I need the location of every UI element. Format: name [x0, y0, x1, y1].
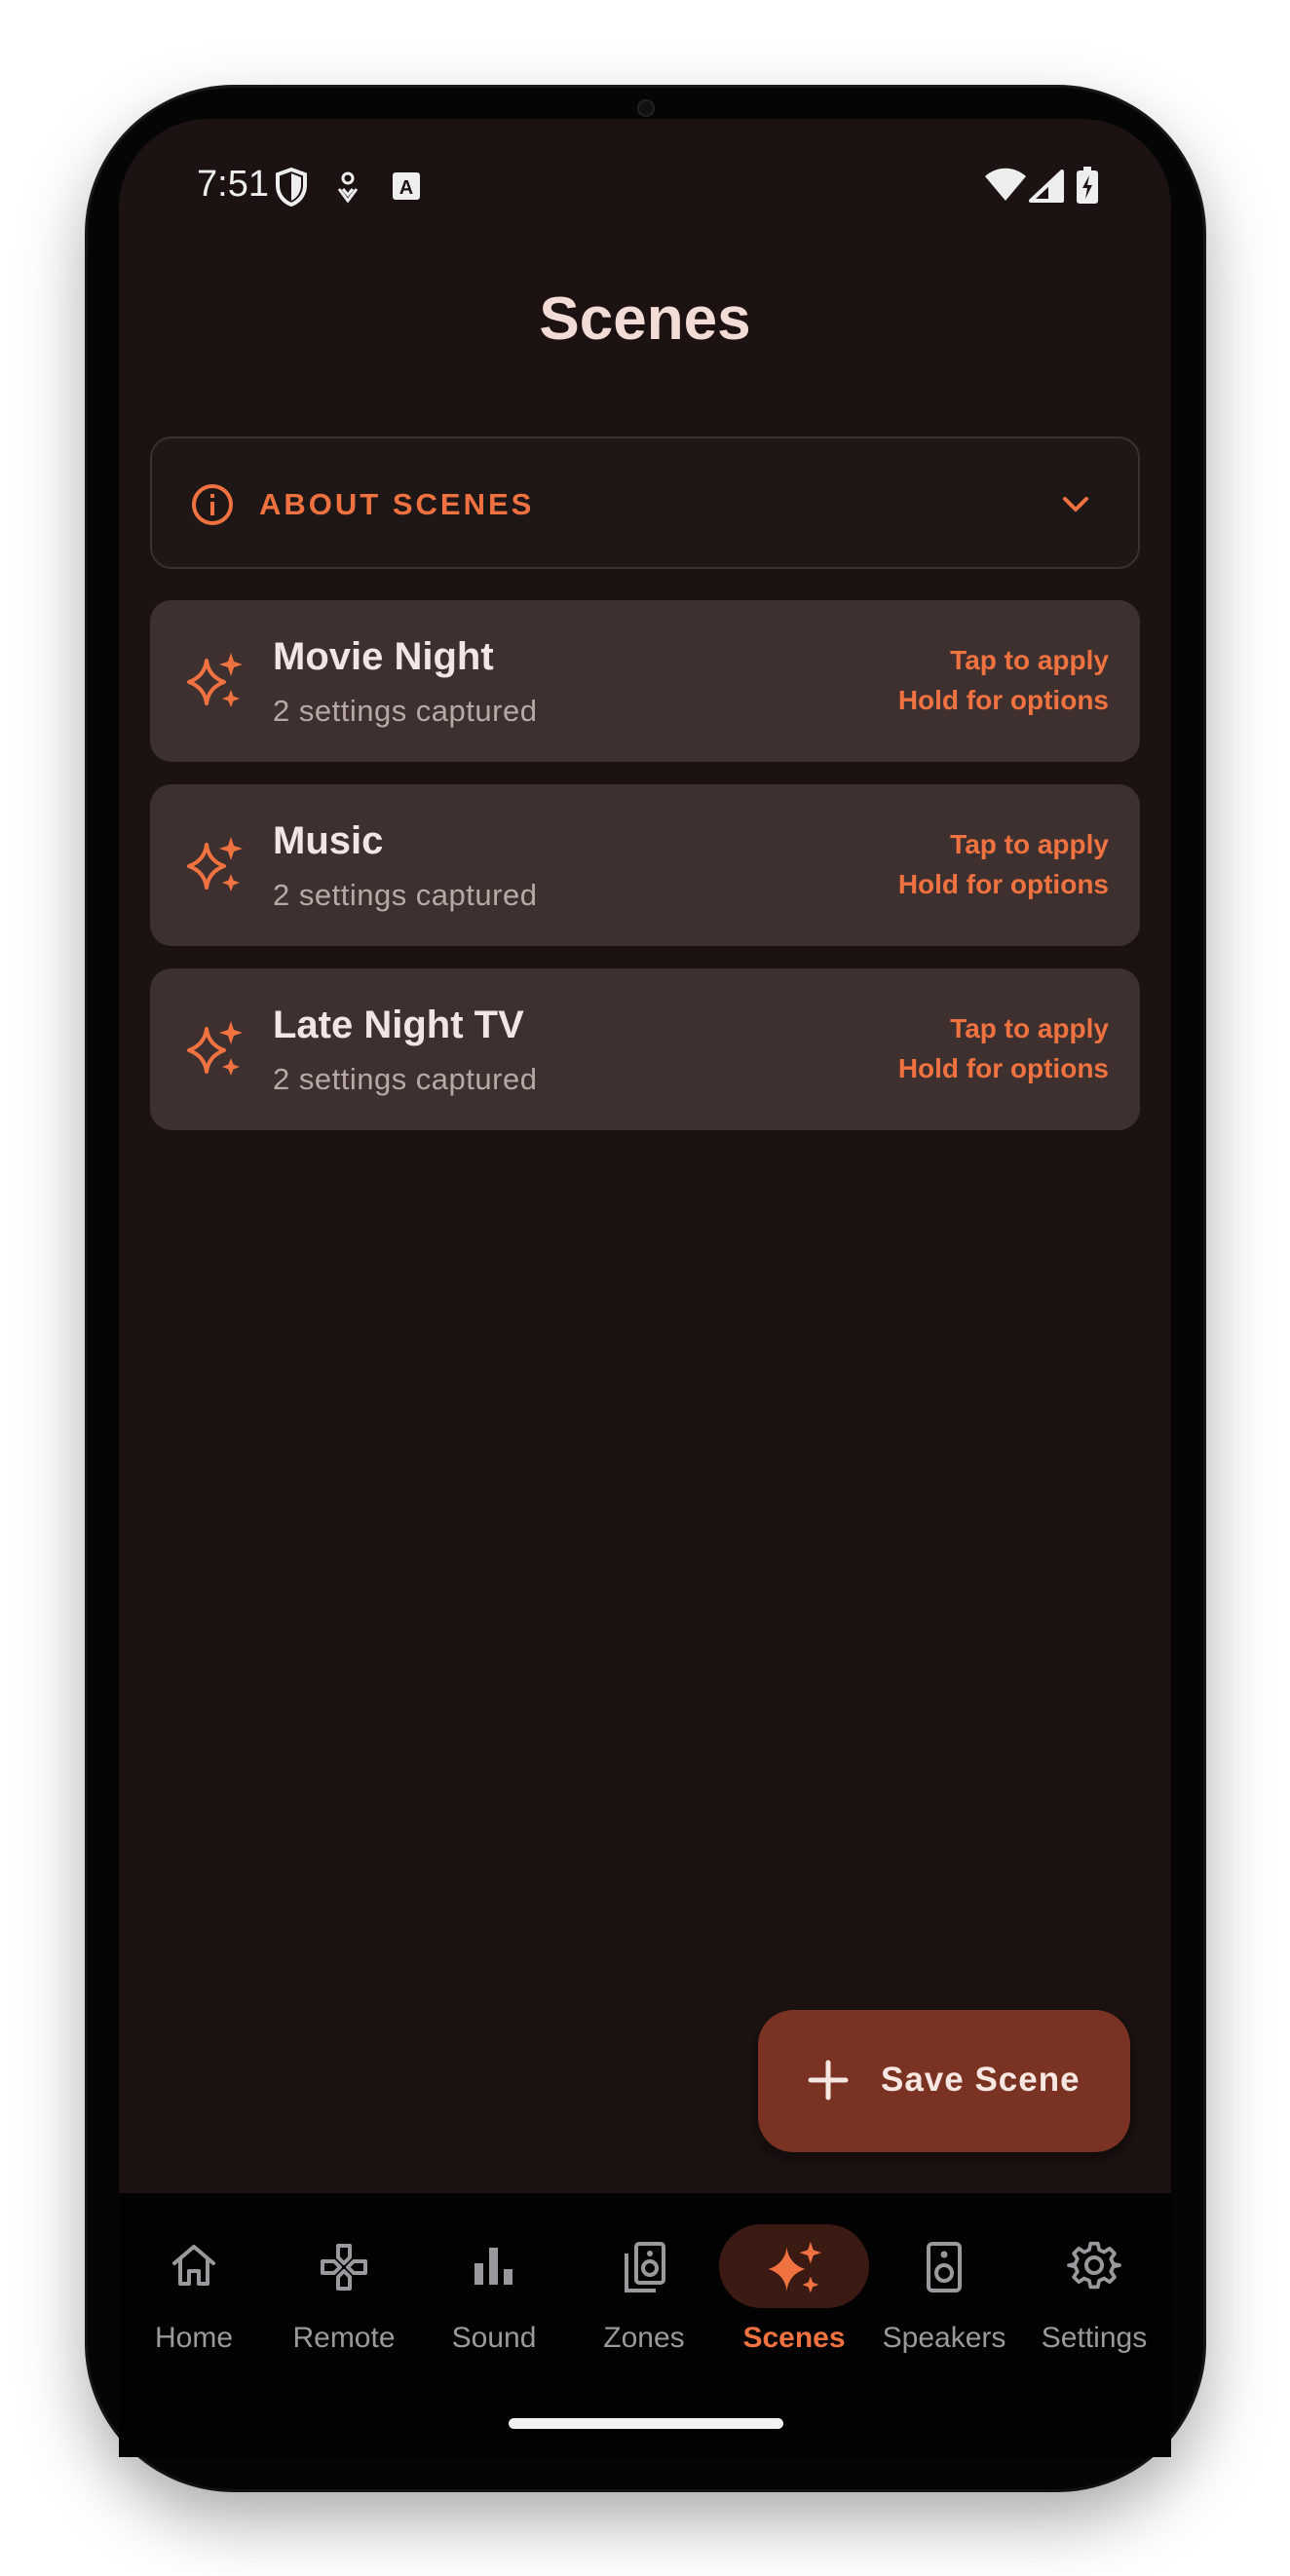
gamepad-icon — [317, 2240, 371, 2299]
save-scene-label: Save Scene — [881, 2061, 1081, 2099]
save-scene-button[interactable]: Save Scene — [758, 2010, 1130, 2152]
scene-subtitle: 2 settings captured — [273, 1062, 538, 1096]
scene-name: Movie Night — [273, 635, 494, 678]
plus-icon — [807, 2059, 850, 2106]
app-screen: 7:51 A Scenes ABOUT SCENES Movie Night 2… — [119, 119, 1171, 2457]
scene-name: Late Night TV — [273, 1004, 524, 1046]
bar-chart-icon — [469, 2240, 519, 2295]
signal-icon — [1029, 170, 1064, 208]
nav-item-zones[interactable]: Zones — [569, 2224, 719, 2370]
sparkle-icon — [183, 1019, 246, 1086]
hold-hint: Hold for options — [897, 1053, 1109, 1083]
about-scenes-label: ABOUT SCENES — [259, 487, 535, 521]
info-icon — [191, 483, 234, 531]
shield-icon — [275, 167, 308, 211]
status-bar: 7:51 A — [119, 119, 1171, 255]
nav-item-speakers[interactable]: Speakers — [869, 2224, 1019, 2370]
gesture-home-indicator[interactable] — [509, 2418, 783, 2429]
tap-hint: Tap to apply — [950, 645, 1109, 675]
sparkle-icon — [183, 651, 246, 718]
hold-hint: Hold for options — [897, 869, 1109, 899]
hold-hint: Hold for options — [897, 685, 1109, 715]
keyboard-a-icon: A — [392, 171, 421, 206]
wifi-icon — [984, 168, 1027, 208]
tap-hint: Tap to apply — [950, 829, 1109, 859]
status-time: 7:51 — [197, 164, 269, 205]
speakers-group-icon — [619, 2240, 669, 2299]
gesture-icon — [335, 171, 360, 209]
sparkle-icon — [765, 2240, 823, 2303]
nav-item-remote[interactable]: Remote — [269, 2224, 419, 2370]
nav-item-settings[interactable]: Settings — [1019, 2224, 1169, 2370]
scene-card-music[interactable]: Music 2 settings captured Tap to apply H… — [150, 784, 1140, 946]
nav-label: Settings — [1041, 2322, 1148, 2354]
svg-text:A: A — [399, 177, 413, 199]
gear-icon — [1067, 2240, 1121, 2299]
front-camera — [637, 99, 655, 117]
tap-hint: Tap to apply — [950, 1013, 1109, 1043]
scene-subtitle: 2 settings captured — [273, 694, 538, 728]
sparkle-icon — [183, 835, 246, 902]
scene-subtitle: 2 settings captured — [273, 878, 538, 912]
scene-name: Music — [273, 819, 384, 862]
page-title: Scenes — [539, 285, 751, 353]
battery-charging-icon — [1076, 166, 1099, 209]
scene-card-movie-night[interactable]: Movie Night 2 settings captured Tap to a… — [150, 600, 1140, 762]
nav-item-scenes[interactable]: Scenes — [719, 2224, 869, 2370]
speaker-icon — [923, 2240, 966, 2299]
scene-card-late-night-tv[interactable]: Late Night TV 2 settings captured Tap to… — [150, 968, 1140, 1130]
nav-item-home[interactable]: Home — [119, 2224, 269, 2370]
about-scenes-expander[interactable]: ABOUT SCENES — [150, 436, 1140, 569]
nav-item-sound[interactable]: Sound — [419, 2224, 569, 2370]
chevron-down-icon[interactable] — [1058, 487, 1093, 527]
home-icon — [169, 2240, 219, 2295]
